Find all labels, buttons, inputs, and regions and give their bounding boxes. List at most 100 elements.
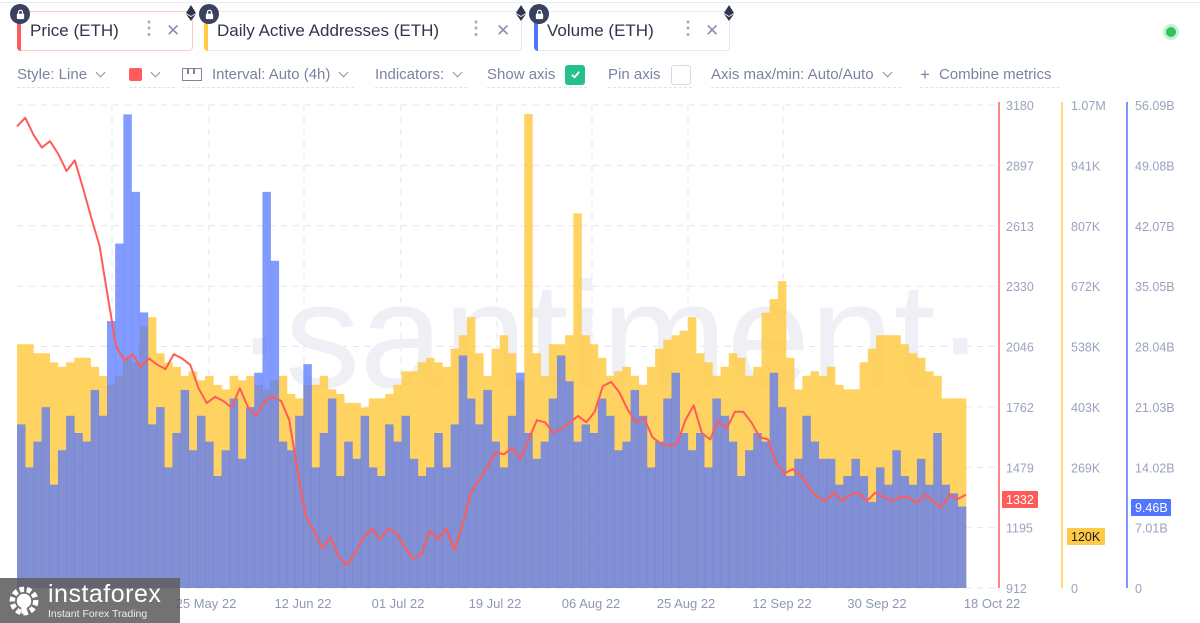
- y-tick-label: 1.07M: [1071, 99, 1106, 113]
- volume-bar: [892, 450, 901, 588]
- lock-icon: [199, 4, 219, 24]
- ethereum-icon: [513, 4, 529, 22]
- y-tick-label: 2897: [1006, 159, 1034, 173]
- volume-bar: [753, 432, 762, 588]
- volume-bar: [360, 415, 370, 588]
- volume-bar: [663, 398, 672, 588]
- y-tick-label: 28.04B: [1135, 341, 1175, 355]
- close-icon[interactable]: ✕: [705, 21, 719, 41]
- close-icon[interactable]: ✕: [496, 21, 510, 41]
- volume-bar: [810, 441, 820, 588]
- chevron-down-icon: [452, 67, 463, 77]
- volume-bar: [916, 458, 926, 588]
- pin-axis-toggle[interactable]: Pin axis: [608, 62, 692, 88]
- chevron-down-icon: [95, 67, 106, 77]
- y-tick-label: 56.09B: [1135, 99, 1175, 113]
- volume-bar: [745, 450, 754, 588]
- y-tick-label: 538K: [1071, 341, 1101, 355]
- metric-tab-daily-active-addresses[interactable]: Daily Active Addresses (ETH) ⋮ ✕: [204, 11, 522, 51]
- axis-maxmin-dropdown[interactable]: Axis max/min: Auto/Auto: [711, 62, 901, 88]
- volume-bar: [123, 114, 132, 588]
- volume-bar: [556, 355, 566, 588]
- x-tick-label: 12 Sep 22: [752, 596, 811, 611]
- volume-bar: [164, 467, 173, 588]
- volume-bar: [573, 441, 582, 588]
- volume-bar: [655, 441, 664, 588]
- chart-area[interactable]: ·santiment· 3180289726132330204617621479…: [0, 95, 1200, 623]
- volume-bar: [794, 458, 803, 588]
- show-axis-toggle[interactable]: Show axis: [487, 62, 587, 88]
- indicators-label: Indicators:: [375, 66, 445, 83]
- volume-bar: [344, 441, 353, 588]
- y-tick-label: 49.08B: [1135, 159, 1175, 173]
- volume-bar: [761, 441, 770, 588]
- metric-tab-price[interactable]: Price (ETH) ⋮ ✕: [17, 11, 193, 51]
- y-tick-label: 21.03B: [1135, 401, 1175, 415]
- y-tick-label: 3180: [1006, 99, 1034, 113]
- style-dropdown[interactable]: Style: Line: [17, 62, 109, 88]
- daa-current-badge: 120K: [1071, 530, 1101, 544]
- indicators-dropdown[interactable]: Indicators:: [375, 62, 467, 88]
- volume-bar: [278, 441, 288, 588]
- volume-bar: [246, 407, 255, 588]
- x-tick-label: 30 Sep 22: [847, 596, 906, 611]
- interval-label: Interval: Auto (4h): [212, 66, 331, 83]
- volume-bar: [106, 321, 116, 588]
- volume-bar: [237, 458, 247, 588]
- volume-bar: [270, 260, 280, 588]
- color-swatch: [129, 68, 142, 81]
- more-vertical-icon[interactable]: ⋮: [467, 18, 485, 39]
- x-tick-label: 12 Jun 22: [274, 596, 331, 611]
- volume-bar: [368, 467, 378, 588]
- more-vertical-icon[interactable]: ⋮: [679, 18, 697, 39]
- volume-bar: [728, 441, 738, 588]
- interval-dropdown[interactable]: Interval: Auto (4h): [182, 62, 354, 88]
- color-picker[interactable]: [129, 62, 175, 88]
- y-tick-label: 1195: [1006, 522, 1033, 536]
- y-tick-label: 0: [1135, 582, 1142, 596]
- gear-logo-icon: [9, 586, 39, 615]
- volume-bar: [57, 450, 67, 588]
- volume-bar: [458, 355, 468, 588]
- volume-bar: [450, 424, 460, 588]
- metric-label: Price (ETH): [30, 21, 119, 40]
- volume-bar: [516, 372, 525, 588]
- y-tick-label: 941K: [1071, 159, 1101, 173]
- volume-bar: [933, 432, 942, 588]
- axis-maxmin-label: Axis max/min: Auto/Auto: [711, 66, 874, 83]
- y-tick-label: 42.07B: [1135, 220, 1175, 234]
- volume-bar: [17, 424, 26, 588]
- volume-bar: [777, 407, 787, 588]
- close-icon[interactable]: ✕: [166, 21, 180, 41]
- volume-bar: [507, 415, 517, 588]
- volume-bar: [491, 441, 500, 588]
- more-vertical-icon[interactable]: ⋮: [140, 18, 158, 39]
- volume-bar: [712, 398, 721, 588]
- pin-axis-checkbox[interactable]: [670, 64, 691, 85]
- volume-bar: [303, 364, 312, 588]
- x-tick-label: 06 Aug 22: [562, 596, 621, 611]
- volume-bar: [876, 467, 885, 588]
- plus-icon: +: [920, 64, 930, 84]
- volume-current-badge: 9.46B: [1135, 501, 1168, 515]
- metric-tab-volume[interactable]: Volume (ETH) ⋮ ✕: [534, 11, 730, 51]
- volume-bar: [802, 415, 811, 588]
- lock-icon: [529, 4, 549, 24]
- volume-bar: [352, 458, 361, 588]
- volume-bar: [25, 467, 34, 588]
- volume-bar: [475, 424, 484, 588]
- y-tick-label: 912: [1006, 582, 1027, 596]
- brand-tagline: Instant Forex Trading: [48, 607, 148, 620]
- x-tick-label: 01 Jul 22: [372, 596, 425, 611]
- volume-bar: [818, 458, 828, 588]
- combine-metrics-button[interactable]: + Combine metrics: [920, 62, 1060, 88]
- x-tick-label: 19 Jul 22: [469, 596, 522, 611]
- y-tick-label: 807K: [1071, 220, 1101, 234]
- volume-bar: [417, 476, 427, 588]
- volume-bar: [606, 415, 615, 588]
- show-axis-checkbox[interactable]: [565, 64, 586, 85]
- volume-bar: [646, 467, 656, 588]
- volume-bar: [262, 191, 271, 589]
- volume-bar: [115, 243, 124, 588]
- volume-bar: [704, 467, 713, 588]
